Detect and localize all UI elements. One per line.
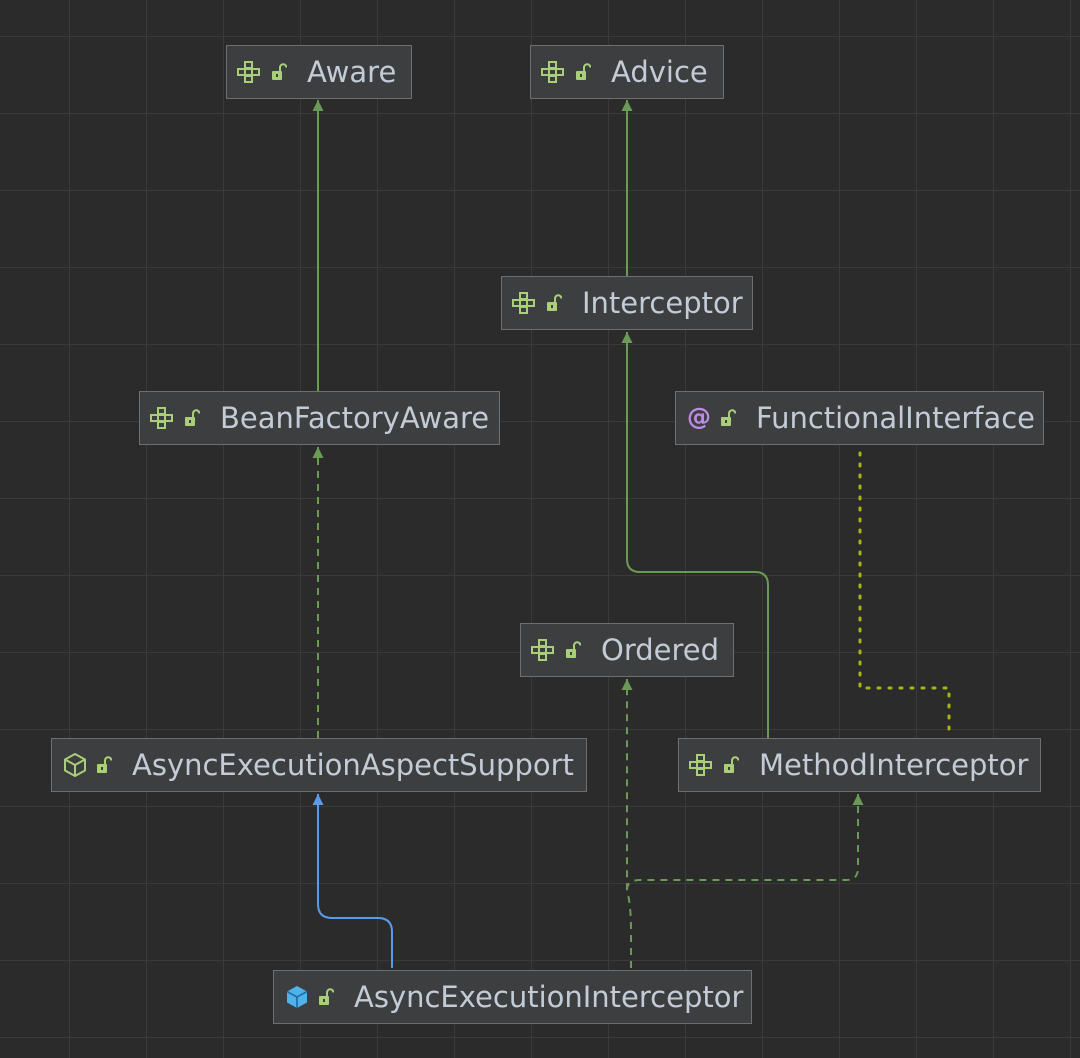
node-bean-factory-aware[interactable]: BeanFactoryAware	[139, 391, 500, 445]
public-lock-icon	[94, 750, 114, 780]
public-lock-icon	[718, 403, 738, 433]
public-lock-icon	[544, 288, 564, 318]
interface-icon	[529, 635, 559, 665]
svg-text:@: @	[687, 405, 711, 431]
node-label: BeanFactoryAware	[220, 400, 490, 435]
edge-async-execution-interceptor-to-async-execution-aspect-support	[312, 794, 393, 968]
interface-icon	[148, 403, 178, 433]
node-method-interceptor[interactable]: MethodInterceptor	[678, 738, 1041, 792]
node-aware[interactable]: Aware	[226, 45, 412, 99]
interface-icon	[539, 57, 569, 87]
public-lock-icon	[721, 750, 741, 780]
node-ordered[interactable]: Ordered	[520, 623, 734, 677]
public-lock-icon	[563, 635, 583, 665]
interface-icon	[510, 288, 540, 318]
node-advice[interactable]: Advice	[530, 45, 724, 99]
interface-icon	[687, 750, 717, 780]
node-label: FunctionalInterface	[756, 400, 1036, 435]
node-label: Advice	[611, 54, 708, 89]
node-label: AsyncExecutionInterceptor	[354, 979, 744, 1014]
public-lock-icon	[269, 57, 289, 87]
public-lock-icon	[182, 403, 202, 433]
node-async-execution-aspect-support[interactable]: AsyncExecutionAspectSupport	[51, 738, 587, 792]
public-lock-icon	[573, 57, 593, 87]
edge-layer	[312, 100, 951, 968]
public-lock-icon	[316, 982, 336, 1012]
edge-async-execution-interceptor-to-ordered	[621, 679, 633, 968]
node-async-execution-interceptor[interactable]: AsyncExecutionInterceptor	[273, 970, 752, 1024]
abstract-class-icon	[60, 750, 90, 780]
edge-method-interceptor-to-functional-interface	[858, 445, 951, 731]
annotation-icon: @	[684, 403, 714, 433]
node-interceptor[interactable]: Interceptor	[501, 276, 753, 330]
node-label: Aware	[307, 54, 397, 89]
edge-async-execution-interceptor-to-method-interceptor	[626, 794, 864, 891]
node-label: MethodInterceptor	[759, 747, 1029, 782]
class-icon	[282, 982, 312, 1012]
node-label: AsyncExecutionAspectSupport	[132, 747, 574, 782]
node-label: Ordered	[601, 632, 720, 667]
node-label: Interceptor	[582, 285, 743, 320]
interface-icon	[235, 57, 265, 87]
node-functional-interface[interactable]: @ FunctionalInterface	[675, 391, 1044, 445]
